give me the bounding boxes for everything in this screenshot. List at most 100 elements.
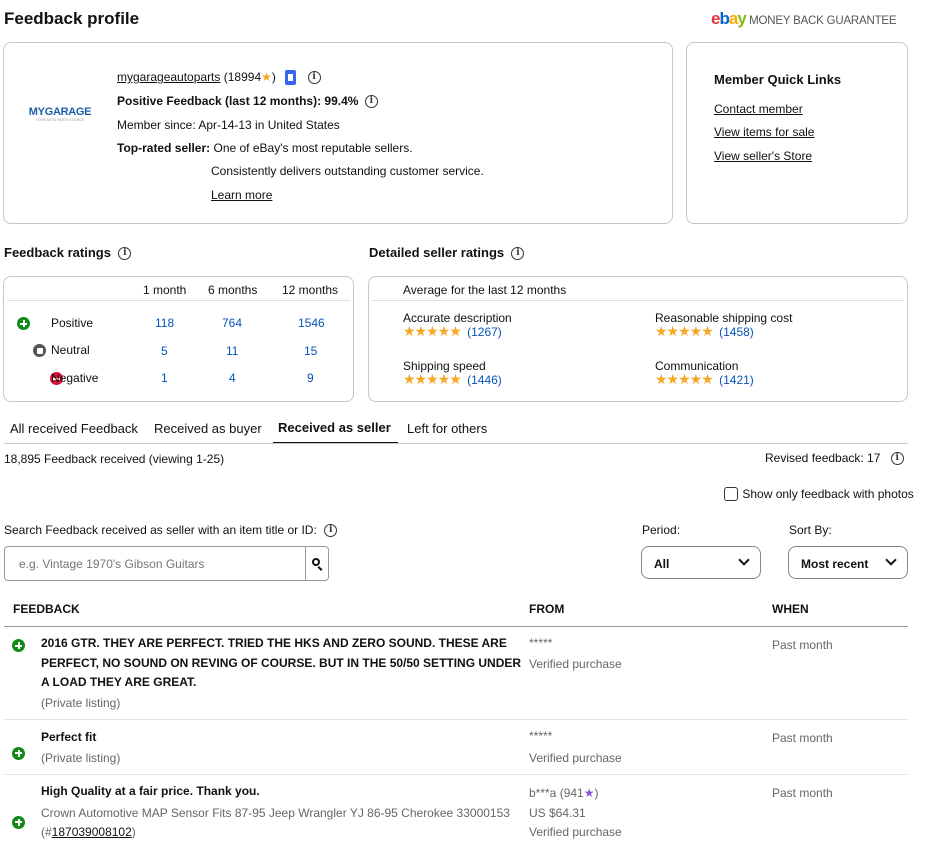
feedback-text: 2016 GTR. THEY ARE PERFECT. TRIED THE HK… (41, 636, 522, 689)
search-icon (312, 558, 320, 566)
dsr-count: (1267) (467, 325, 502, 339)
detailed-ratings-card: Average for the last 12 months Accurate … (368, 276, 908, 402)
rating-label-positive: Positive (51, 316, 94, 330)
feedback-when: Past month (772, 786, 833, 800)
neutral-6m[interactable]: 11 (226, 344, 238, 358)
col-1-month: 1 month (143, 283, 187, 297)
detailed-ratings-title: Detailed seller ratings (369, 245, 505, 260)
quick-links-card: Member Quick Links Contact member View i… (686, 42, 908, 224)
top-rated-line: Top-rated seller: One of eBay's most rep… (117, 141, 413, 155)
item-id-prefix: (# (41, 825, 52, 839)
item-id-link[interactable]: 187039008102 (52, 825, 132, 839)
revised-feedback: Revised feedback: 17 (765, 451, 881, 465)
feedback-ratings-title: Feedback ratings (4, 245, 111, 260)
neutral-icon (33, 344, 47, 358)
tab-received-as-seller[interactable]: Received as seller (278, 420, 391, 435)
search-label-line: Search Feedback received as seller with … (4, 523, 338, 538)
feedback-item: Crown Automotive MAP Sensor Fits 87-95 J… (41, 806, 510, 820)
from-score: (941 (559, 786, 584, 800)
feedback-summary: 18,895 Feedback received (viewing 1-25) (4, 452, 225, 466)
top-rated-label: Top-rated seller: (117, 141, 211, 155)
detailed-ratings-subtitle: Average for the last 12 months (403, 283, 567, 297)
positive-1m[interactable]: 118 (155, 316, 174, 330)
search-icon-handle (317, 566, 323, 571)
positive-12m[interactable]: 1546 (298, 316, 325, 330)
verified-purchase: Verified purchase (529, 657, 622, 671)
store-icon[interactable] (285, 70, 297, 86)
five-stars-icon: ★★★★★ (655, 372, 714, 388)
dsr-count: (1421) (719, 373, 754, 387)
star-icon: ★ (261, 70, 272, 84)
positive-feedback-label: Positive Feedback (last 12 months): (117, 94, 322, 108)
feedback-from-line: b***a (941★) (529, 786, 599, 800)
period-label: Period: (642, 523, 681, 537)
positive-icon (12, 639, 25, 653)
negative-1m[interactable]: 1 (161, 371, 168, 385)
period-select[interactable]: All (641, 546, 761, 579)
info-icon[interactable]: i (511, 247, 525, 261)
seller-logo-text: MYGARAGE (28, 106, 92, 118)
table-row: High Quality at a fair price. Thank you.… (0, 29, 930, 839)
search-button[interactable] (305, 547, 329, 580)
sort-value: Most recent (801, 557, 869, 571)
tab-left-for-others[interactable]: Left for others (407, 421, 487, 436)
info-icon[interactable]: i (307, 71, 321, 85)
info-icon[interactable]: i (324, 524, 338, 538)
dsr-accurate-description-rating: ★★★★★ (1267) (403, 324, 502, 340)
sort-select[interactable]: Most recent (788, 546, 908, 579)
positive-6m[interactable]: 764 (222, 316, 242, 330)
star-icon: ★ (583, 786, 595, 800)
dsr-count: (1458) (719, 325, 754, 339)
seller-logo: MYGARAGE YOUR AUTO PARTS SOURCE (22, 96, 98, 132)
contact-member-link[interactable]: Contact member (714, 102, 803, 116)
info-icon[interactable]: i (118, 247, 132, 261)
verified-purchase: Verified purchase (529, 825, 622, 839)
five-stars-icon: ★★★★★ (403, 372, 462, 388)
info-icon[interactable]: i (890, 452, 904, 466)
item-price: US $64.31 (529, 806, 586, 820)
feedback-from[interactable]: b***a (529, 786, 556, 800)
negative-12m[interactable]: 9 (307, 371, 314, 385)
col-12-months: 12 months (282, 283, 339, 297)
item-id-suffix: ) (131, 825, 136, 839)
tabs-divider (4, 443, 908, 444)
feedback-item-id-line: (#187039008102) (41, 825, 136, 839)
tab-all-received[interactable]: All received Feedback (10, 421, 138, 436)
feedback-when: Past month (772, 638, 833, 652)
feedback-ratings-heading: Feedback ratings i (4, 245, 132, 261)
search-label: Search Feedback received as seller with … (4, 523, 317, 537)
positive-feedback-line: Positive Feedback (last 12 months): 99.4… (117, 94, 378, 109)
search-input[interactable] (6, 548, 304, 579)
tab-received-as-buyer[interactable]: Received as buyer (154, 421, 262, 436)
top-rated-text-2: Consistently delivers outstanding custom… (211, 164, 484, 178)
info-icon[interactable]: i (364, 95, 378, 109)
ebay-logo: ebay (711, 9, 747, 28)
quick-links-title: Member Quick Links (714, 72, 842, 87)
rating-label-neutral: Neutral (51, 343, 90, 357)
sort-label: Sort By: (789, 523, 832, 537)
search-box (4, 546, 329, 581)
neutral-12m[interactable]: 15 (304, 344, 317, 358)
dsr-shipping-speed-rating: ★★★★★ (1446) (403, 372, 502, 388)
feedback-text: High Quality at a fair price. Thank you. (41, 784, 260, 798)
photos-checkbox[interactable] (724, 486, 738, 501)
row-divider (4, 719, 908, 720)
feedback-from: ***** (529, 729, 553, 743)
dsr-shipping-speed-label: Shipping speed (403, 359, 486, 373)
positive-feedback-value: 99.4% (324, 94, 359, 108)
feedback-item: (Private listing) (41, 751, 121, 765)
chevron-down-icon (738, 554, 750, 566)
detailed-ratings-heading: Detailed seller ratings i (369, 245, 525, 261)
neutral-1m[interactable]: 5 (161, 344, 168, 358)
view-items-link[interactable]: View items for sale (714, 125, 814, 139)
dsr-communication-label: Communication (655, 359, 739, 373)
learn-more-link[interactable]: Learn more (211, 188, 272, 202)
seller-logo-subtext: YOUR AUTO PARTS SOURCE (35, 118, 85, 122)
negative-6m[interactable]: 4 (229, 371, 236, 385)
feedback-text: Perfect fit (41, 730, 97, 744)
table-header-divider (4, 626, 908, 627)
rating-label-negative: Negative (51, 371, 99, 385)
view-store-link[interactable]: View seller's Store (714, 149, 812, 163)
seller-username[interactable]: mygarageautoparts (117, 70, 220, 84)
seller-id-line: mygarageautoparts (18994★) i (117, 70, 321, 86)
